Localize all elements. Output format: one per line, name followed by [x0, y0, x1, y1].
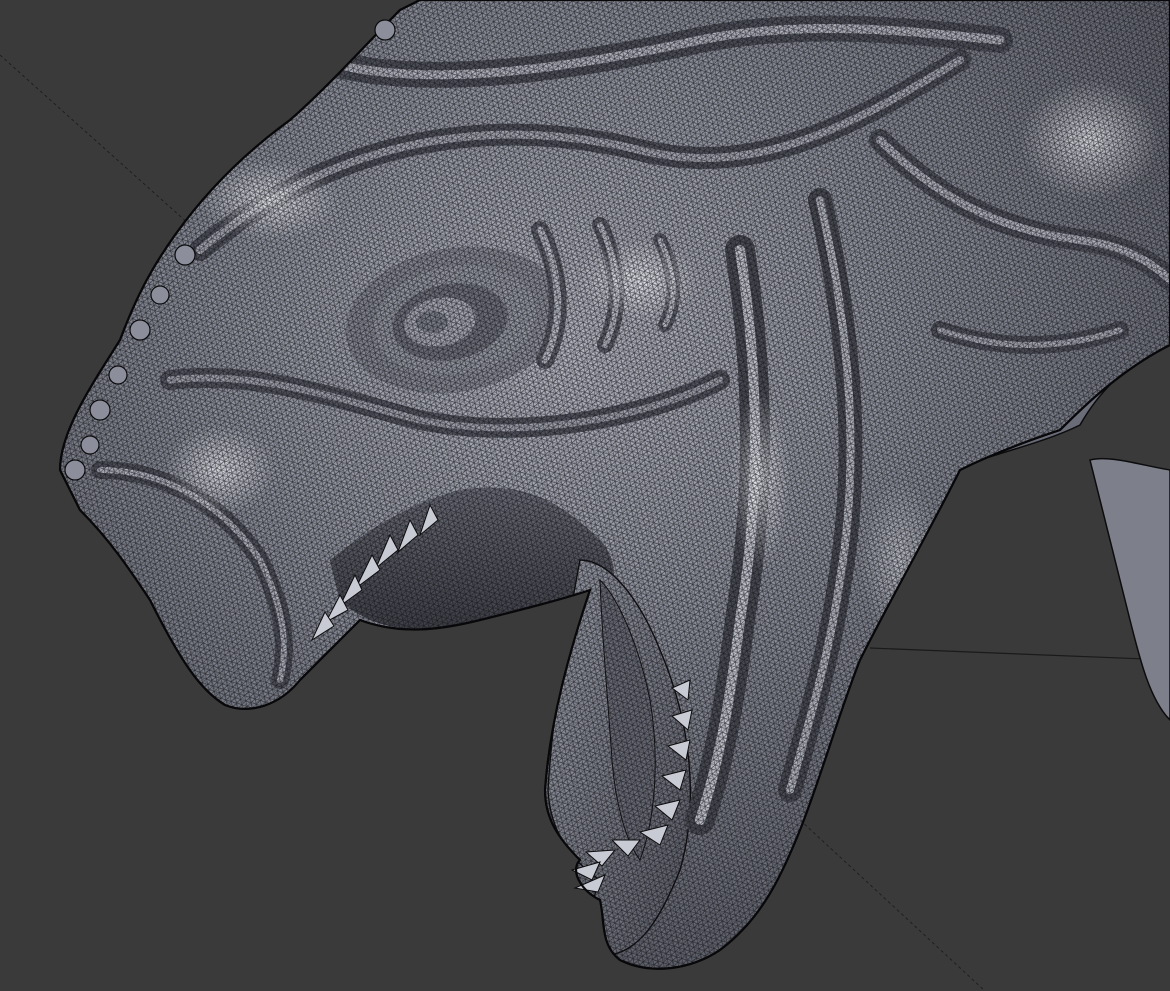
3d-viewport[interactable] — [0, 0, 1170, 991]
viewport-scene[interactable] — [0, 0, 1170, 991]
